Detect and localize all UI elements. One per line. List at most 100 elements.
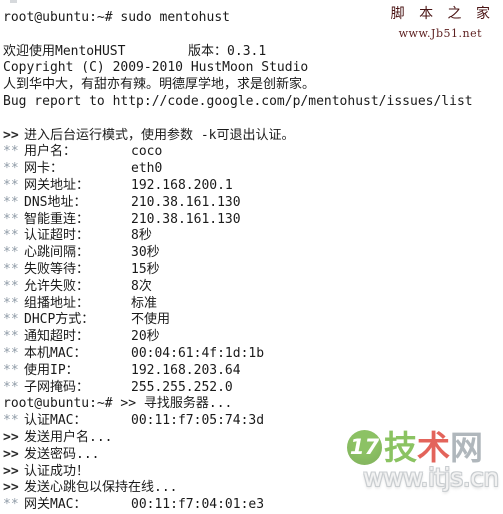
cursor-artifact (10, 0, 17, 3)
line-marker: ** (3, 211, 19, 227)
line-marker: ** (3, 345, 19, 361)
watermark-itjs: 17 技术网 www.itjs.cn (347, 430, 499, 508)
line-marker: ** (3, 228, 19, 244)
line-label: DHCP方式： (24, 312, 95, 328)
line-label: 智能重连： (24, 211, 90, 227)
terminal-line: Copyright (C) 2009-2010 HustMoon Studio (3, 60, 503, 77)
line-marker: ** (3, 194, 19, 210)
line-value: 不使用 (131, 312, 171, 328)
terminal-line: Bug report to http://code.google.com/p/m… (3, 94, 503, 111)
watermark-itjs-char-1: 技 (384, 428, 417, 467)
line-value: 192.168.203.64 (131, 362, 241, 378)
line-text: 欢迎使用MentoHUST 版本：0.3.1 (3, 43, 267, 59)
shell-prompt-line: root@ubuntu:~# >> 寻找服务器... (3, 396, 233, 412)
line-text: 发送心跳包以保持在线... (24, 480, 178, 496)
line-text: 发送用户名... (24, 429, 113, 445)
line-value: 210.38.161.130 (131, 211, 241, 227)
line-value: 00:11:f7:04:01:e3 (131, 497, 265, 513)
line-label: 组播地址： (24, 295, 90, 311)
line-marker: ** (3, 379, 19, 395)
terminal-line: ** 网关地址： 192.168.200.1 (3, 178, 503, 195)
line-label: 使用IP： (24, 362, 79, 378)
line-marker: ** (3, 278, 19, 294)
line-value: 00:04:61:4f:1d:1b (131, 345, 265, 361)
line-marker: ** (3, 497, 19, 513)
terminal-line: ** DHCP方式： 不使用 (3, 312, 503, 329)
terminal-line: ** 智能重连： 210.38.161.130 (3, 212, 503, 229)
line-text: 发送密码... (24, 446, 100, 462)
terminal-line: ** 心跳间隔： 30秒 (3, 245, 503, 262)
terminal-line: ** 失败等待： 15秒 (3, 262, 503, 279)
line-label: 认证超时： (24, 228, 90, 244)
watermark-itjs-url: www.itjs.cn (363, 463, 499, 492)
line-marker: ** (3, 144, 19, 160)
line-marker: ** (3, 161, 19, 177)
line-label: 子网掩码： (24, 379, 90, 395)
terminal-line: ** 子网掩码： 255.255.252.0 (3, 380, 503, 397)
line-marker: ** (3, 362, 19, 378)
line-text: 人到华中大，有甜亦有辣。明德厚学地，求是创新家。 (3, 77, 316, 93)
line-marker: >> (3, 480, 19, 496)
line-label: 心跳间隔： (24, 245, 90, 261)
line-value: eth0 (131, 161, 163, 177)
line-text: Bug report to http://code.google.com/p/m… (3, 93, 473, 109)
watermark-itjs-char-2: 术 (417, 428, 450, 467)
terminal-line: root@ubuntu:~# >> 寻找服务器... (3, 396, 503, 413)
terminal-line: ** 本机MAC： 00:04:61:4f:1d:1b (3, 346, 503, 363)
terminal-window[interactable]: root@ubuntu:~# sudo mentohust 欢迎使用MentoH… (0, 0, 503, 514)
line-text: Copyright (C) 2009-2010 HustMoon Studio (3, 60, 309, 76)
terminal-line: ** 用户名： coco (3, 144, 503, 161)
line-label: 允许失败： (24, 278, 90, 294)
line-value: 标准 (131, 295, 158, 311)
line-value: 20秒 (131, 329, 160, 345)
line-value: 00:11:f7:05:74:3d (131, 413, 265, 429)
line-label: 失败等待： (24, 261, 90, 277)
line-label: 用户名： (24, 144, 77, 160)
terminal-line: ** 允许失败： 8次 (3, 279, 503, 296)
line-marker: ** (3, 177, 19, 193)
terminal-line: 欢迎使用MentoHUST 版本：0.3.1 (3, 44, 503, 61)
line-value: 15秒 (131, 261, 160, 277)
watermark-itjs-logo: 17 技术网 (347, 430, 483, 465)
terminal-line: 人到华中大，有甜亦有辣。明德厚学地，求是创新家。 (3, 77, 503, 94)
terminal-line: ** 认证超时： 8秒 (3, 228, 503, 245)
line-marker: >> (3, 127, 19, 143)
line-marker: >> (3, 446, 19, 462)
watermark-jb51-brand: 脚 本 之 家 (390, 6, 495, 22)
line-label: 认证MAC： (24, 413, 87, 429)
terminal-line: >> 进入后台运行模式，使用参数 -k可退出认证。 (3, 128, 503, 145)
line-text: 认证成功！ (24, 463, 90, 479)
line-marker: ** (3, 261, 19, 277)
terminal-line: ** 组播地址： 标准 (3, 296, 503, 313)
line-text: 进入后台运行模式，使用参数 -k可退出认证。 (24, 127, 295, 143)
line-marker: ** (3, 312, 19, 328)
line-value: 255.255.252.0 (131, 379, 233, 395)
line-label: 网关地址： (24, 177, 90, 193)
terminal-line: ** 网卡： eth0 (3, 161, 503, 178)
line-marker: ** (3, 329, 19, 345)
watermark-jb51: 脚 本 之 家 www.Jb51.net (386, 6, 495, 43)
terminal-line: ** 使用IP： 192.168.203.64 (3, 363, 503, 380)
terminal-line: ** 通知超时： 20秒 (3, 329, 503, 346)
line-value: 210.38.161.130 (131, 194, 241, 210)
line-label: DNS地址： (24, 194, 87, 210)
line-value: coco (131, 144, 163, 160)
line-marker: ** (3, 295, 19, 311)
watermark-jb51-url: www.Jb51.net (398, 26, 483, 40)
line-label: 网关MAC： (24, 497, 87, 513)
line-marker: ** (3, 245, 19, 261)
line-marker: ** (3, 413, 19, 429)
line-marker: >> (3, 429, 19, 445)
line-value: 8次 (131, 278, 152, 294)
line-value: 192.168.200.1 (131, 177, 233, 193)
watermark-itjs-char-3: 网 (450, 428, 483, 467)
terminal-line: ** DNS地址： 210.38.161.130 (3, 195, 503, 212)
line-value: 8秒 (131, 228, 152, 244)
line-label: 本机MAC： (24, 345, 87, 361)
line-label: 网卡： (24, 161, 64, 177)
line-value: 30秒 (131, 245, 160, 261)
watermark-itjs-badge: 17 (347, 430, 382, 465)
line-label: 通知超时： (24, 329, 90, 345)
shell-prompt-line: root@ubuntu:~# sudo mentohust (3, 10, 230, 25)
